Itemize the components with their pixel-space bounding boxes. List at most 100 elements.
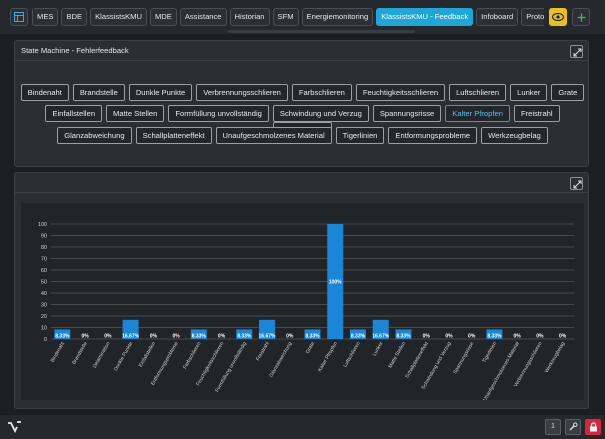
feedback-button-freistrahl[interactable]: Freistrahl — [513, 105, 560, 122]
x-tick-label: Freistrahl — [255, 341, 271, 362]
tab-energiemonitoring[interactable]: Energiemonitoring — [301, 8, 374, 26]
feedback-button-matte-stellen[interactable]: Matte Stellen — [106, 105, 165, 122]
tab-sfm[interactable]: SFM — [272, 8, 299, 26]
y-tick-label: 30 — [41, 303, 47, 309]
feedback-row: Glanzabweichung Schallplatteneffekt Unaufg… — [15, 127, 590, 144]
feedback-button-lunker[interactable]: Lunker — [510, 84, 548, 101]
feedback-button-schallplatteneffekt[interactable]: Schallplatteneffekt — [135, 127, 212, 144]
data-label: 16.67% — [372, 334, 390, 340]
panel-title: State Machine - Fehlerfeedback — [21, 46, 129, 55]
feedback-button-spannungsrisse[interactable]: Spannungsrisse — [372, 105, 442, 122]
panel-header: State Machine - Fehlerfeedback — [15, 41, 588, 61]
data-label: 0% — [150, 334, 158, 340]
data-label: 8.33% — [192, 334, 207, 340]
data-label: 8.33% — [351, 334, 366, 340]
x-tick-label: Einfallstellen — [138, 341, 157, 369]
data-label: 0% — [536, 334, 544, 340]
module-tabs: MES BDE KlassistsKMU MDE Assistance Historian… — [32, 8, 544, 26]
eye-icon — [552, 13, 564, 21]
feedback-button-unaufgeschmolzenes-material[interactable]: Unaufgeschmolzenes Material — [215, 127, 332, 144]
x-tick-label: Tigerlinien — [482, 341, 499, 364]
feedback-button-brandstelle[interactable]: Brandstelle — [72, 84, 125, 101]
x-tick-label: Delamination — [92, 341, 112, 369]
data-label: 0% — [468, 334, 476, 340]
tabs-scrollbar[interactable] — [228, 30, 415, 33]
data-label: 0% — [514, 334, 522, 340]
data-label: 16.67% — [122, 334, 140, 340]
chart-panel-header — [15, 173, 588, 193]
data-label: 0% — [104, 334, 112, 340]
expand-button[interactable] — [570, 45, 583, 58]
x-tick-label: Lunker — [372, 341, 385, 358]
y-tick-label: 20 — [41, 314, 47, 320]
plus-icon — [577, 13, 585, 21]
y-tick-label: 80 — [41, 245, 47, 251]
dashboard-button[interactable] — [10, 8, 28, 26]
data-label: 8.33% — [305, 334, 320, 340]
tab-mde[interactable]: MDE — [149, 8, 177, 26]
y-tick-label: 40 — [41, 291, 47, 297]
top-navigation: MES BDE KlassistsKMU MDE Assistance Historian… — [0, 0, 605, 34]
tab-protokolle[interactable]: Protokolle — [521, 8, 544, 26]
x-tick-label: Brandstelle — [71, 341, 89, 366]
feedback-button-bindenaht[interactable]: Bindenaht — [20, 84, 69, 101]
lock-icon — [589, 422, 597, 432]
feedback-button-dunkle-punkte[interactable]: Dunkle Punkte — [128, 84, 193, 101]
error-distribution-chart: 0 10 20 30 40 50 60 70 80 90 100 8.33% Bindenaht 0% Br… — [21, 203, 584, 402]
feedback-row: Bindenaht Brandstelle Dunkle Punkte Verbren… — [15, 84, 590, 101]
x-tick-label: Luftschlieren — [342, 341, 361, 369]
chart-expand-button[interactable] — [570, 177, 583, 190]
x-tick-label: Farbschlieren — [182, 341, 202, 370]
tools-button[interactable] — [565, 419, 581, 435]
add-tab-button[interactable] — [572, 8, 590, 26]
data-label: 8.33% — [396, 334, 411, 340]
grid-icon — [14, 12, 24, 22]
feedback-button-einfallstellen[interactable]: Einfallstellen — [45, 105, 103, 122]
feedback-button-entformungsprobleme[interactable]: Entformungsprobleme — [388, 127, 478, 144]
visibility-button[interactable] — [549, 8, 567, 26]
feedback-button-kalter-pfropfen[interactable]: Kalter Pfropfen — [445, 105, 510, 122]
feedback-button-schwindung-und-verzug[interactable]: Schwindung und Verzug — [272, 105, 369, 122]
tab-historian[interactable]: Historian — [229, 8, 270, 26]
data-label: 0% — [559, 334, 567, 340]
tab-assistance[interactable]: Assistance — [179, 8, 227, 26]
chart-panel: 0 10 20 30 40 50 60 70 80 90 100 8.33% Bindenaht 0% Br… — [14, 172, 589, 409]
data-label: 100% — [329, 280, 342, 286]
x-tick-label: Grate — [305, 341, 317, 355]
feedback-button-farbschlieren[interactable]: Farbschlieren — [291, 84, 352, 101]
feedback-button-formf-llung-unvollst-ndig[interactable]: Formfüllung unvollständig — [168, 105, 269, 122]
x-tick-label: Schallplatteneffekt — [404, 340, 430, 379]
y-tick-label: 100 — [38, 222, 47, 228]
expand-icon — [573, 48, 582, 57]
feedback-button-feuchtigkeitsschlieren[interactable]: Feuchtigkeitsschlieren — [355, 84, 446, 101]
logo-icon — [8, 421, 21, 433]
wrench-icon — [569, 422, 578, 431]
data-label: 0% — [81, 334, 89, 340]
feedback-button-luftschlieren[interactable]: Luftschlieren — [449, 84, 507, 101]
y-tick-label: 10 — [41, 326, 47, 332]
bottom-bar: 1 — [0, 415, 605, 439]
tab-infoboard[interactable]: Infoboard — [476, 8, 519, 26]
tab-klassistskmu[interactable]: KlassistsKMU — [90, 8, 147, 26]
x-tick-label: Kalter Pfropfen — [317, 341, 339, 373]
x-tick-label: Dunkle Punkte — [113, 341, 135, 372]
data-label: 8.33% — [55, 334, 70, 340]
lock-button[interactable] — [585, 419, 601, 435]
x-tick-label: Glanzabweichung — [268, 341, 293, 379]
feedback-button-tigerlinien[interactable]: Tigerlinien — [335, 127, 385, 144]
y-tick-label: 70 — [41, 257, 47, 263]
data-label: 8.33% — [237, 334, 252, 340]
feedback-button-glanzabweichung[interactable]: Glanzabweichung — [57, 127, 132, 144]
data-label: 0% — [286, 334, 294, 340]
feedback-button-werkzeugbelag[interactable]: Werkzeugbelag — [481, 127, 548, 144]
y-tick-label: 60 — [41, 268, 47, 274]
tab-bde[interactable]: BDE — [61, 8, 88, 26]
page-number-button[interactable]: 1 — [545, 419, 561, 435]
feedback-button-verbrennungsschlieren[interactable]: Verbrennungsschlieren — [196, 84, 288, 101]
data-label: 0% — [445, 334, 453, 340]
tab-klassistskmu-feedback[interactable]: KlassistsKMU - Feedback — [376, 8, 474, 26]
tab-mes[interactable]: MES — [32, 8, 59, 26]
state-machine-panel: State Machine - Fehlerfeedback Bindenaht… — [14, 40, 589, 167]
feedback-button-grate[interactable]: Grate — [551, 84, 585, 101]
data-label: 0% — [218, 334, 226, 340]
